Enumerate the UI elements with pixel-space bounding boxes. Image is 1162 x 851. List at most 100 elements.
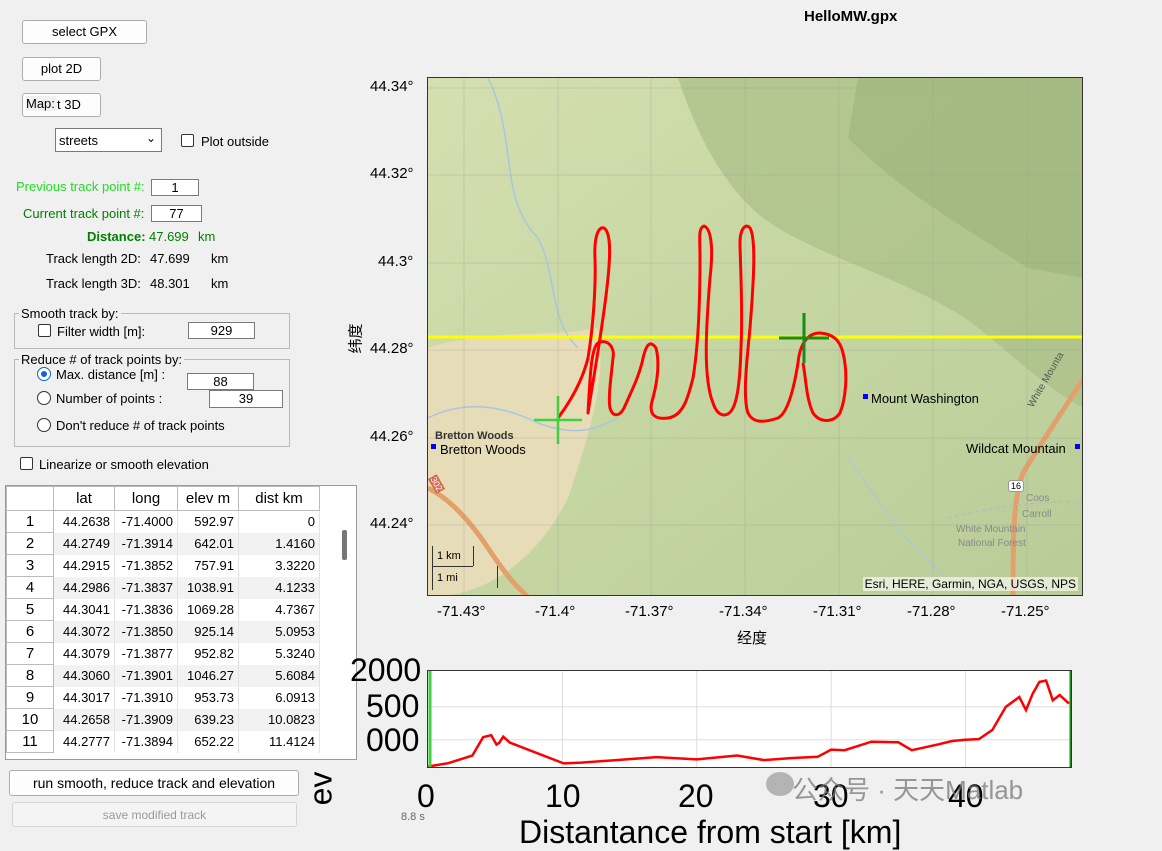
table-cell[interactable]: 4.7367 xyxy=(238,598,320,621)
map-plot[interactable]: Bretton Woods Bretton Woods Mount Washin… xyxy=(427,77,1083,596)
table-cell[interactable]: 11.4124 xyxy=(238,730,320,753)
table-cell[interactable]: 44.2915 xyxy=(53,554,115,577)
table-row[interactable]: 5 44.3041 -71.3836 1069.28 4.7367 xyxy=(6,598,320,621)
linearize-checkbox[interactable] xyxy=(20,457,33,470)
table-row[interactable]: 3 44.2915 -71.3852 757.91 3.3220 xyxy=(6,554,320,577)
max-distance-field[interactable]: 88 xyxy=(187,373,254,390)
row-number: 2 xyxy=(6,532,54,555)
table-cell[interactable]: -71.3894 xyxy=(114,730,178,753)
table-row[interactable]: 2 44.2749 -71.3914 642.01 1.4160 xyxy=(6,532,320,555)
table-cell[interactable]: -71.3836 xyxy=(114,598,178,621)
save-track-button[interactable]: save modified track xyxy=(12,802,297,827)
table-cell[interactable]: 44.3079 xyxy=(53,642,115,665)
table-row[interactable]: 9 44.3017 -71.3910 953.73 6.0913 xyxy=(6,686,320,709)
cur-point-field[interactable]: 77 xyxy=(151,205,202,222)
row-number: 11 xyxy=(6,730,54,753)
table-cell[interactable]: 44.2986 xyxy=(53,576,115,599)
col-header-elev[interactable]: elev m xyxy=(177,486,239,511)
table-scrollbar-thumb[interactable] xyxy=(342,530,347,560)
smooth-group-title: Smooth track by: xyxy=(19,306,121,321)
table-cell[interactable]: -71.3909 xyxy=(114,708,178,731)
map-label: Map: xyxy=(26,96,57,111)
table-cell[interactable]: 952.82 xyxy=(177,642,239,665)
table-cell[interactable]: 5.3240 xyxy=(238,642,320,665)
table-cell[interactable]: 44.2658 xyxy=(53,708,115,731)
elev-xtick: 0 xyxy=(417,778,435,814)
select-gpx-button[interactable]: select GPX xyxy=(22,20,147,44)
table-cell[interactable]: 1.4160 xyxy=(238,532,320,555)
table-row[interactable]: 1 44.2638 -71.4000 592.97 0 xyxy=(6,510,320,533)
prev-point-field[interactable]: 1 xyxy=(151,179,199,196)
table-cell[interactable]: 4.1233 xyxy=(238,576,320,599)
figure-title: HelloMW.gpx xyxy=(804,8,898,25)
table-cell[interactable]: 44.3041 xyxy=(53,598,115,621)
table-cell[interactable]: 5.0953 xyxy=(238,620,320,643)
elevation-plot[interactable] xyxy=(427,670,1072,768)
cur-point-label: Current track point #: xyxy=(23,206,145,221)
table-cell[interactable]: 652.22 xyxy=(177,730,239,753)
col-header-lat[interactable]: lat xyxy=(53,486,115,511)
table-cell[interactable]: 10.0823 xyxy=(238,708,320,731)
col-header-dist[interactable]: dist km xyxy=(238,486,320,511)
table-cell[interactable]: 44.3060 xyxy=(53,664,115,687)
elev-ylabel: ev xyxy=(302,771,339,806)
table-cell[interactable]: 1038.91 xyxy=(177,576,239,599)
dont-reduce-radio[interactable] xyxy=(37,418,51,432)
num-points-radio[interactable] xyxy=(37,391,51,405)
table-cell[interactable]: 757.91 xyxy=(177,554,239,577)
table-cell[interactable]: 953.73 xyxy=(177,686,239,709)
run-smooth-button[interactable]: run smooth, reduce track and elevation xyxy=(9,770,299,796)
table-cell[interactable]: 1069.28 xyxy=(177,598,239,621)
map-attribution: Esri, HERE, Garmin, NGA, USGS, NPS xyxy=(862,577,1078,591)
len2d-value: 47.699 xyxy=(150,251,190,266)
track-table[interactable]: lat long elev m dist km 1 44.2638 -71.4000… xyxy=(6,486,320,753)
table-cell[interactable]: 642.01 xyxy=(177,532,239,555)
route-shield: 16 xyxy=(1008,480,1025,492)
map-xtick: -71.31° xyxy=(813,603,862,620)
max-distance-radio[interactable] xyxy=(37,367,51,381)
table-cell[interactable]: 44.3017 xyxy=(53,686,115,709)
table-cell[interactable]: -71.3850 xyxy=(114,620,178,643)
table-row[interactable]: 8 44.3060 -71.3901 1046.27 5.6084 xyxy=(6,664,320,687)
col-header-long[interactable]: long xyxy=(114,486,178,511)
filter-width-checkbox[interactable] xyxy=(38,324,51,337)
table-cell[interactable]: -71.3901 xyxy=(114,664,178,687)
table-cell[interactable]: 639.23 xyxy=(177,708,239,731)
table-cell[interactable]: 0 xyxy=(238,510,320,533)
place-label: Bretton Woods xyxy=(435,430,514,442)
map-ytick: 44.3° xyxy=(378,253,414,270)
table-row[interactable]: 11 44.2777 -71.3894 652.22 11.4124 xyxy=(6,730,320,753)
row-number: 8 xyxy=(6,664,54,687)
table-cell[interactable]: -71.4000 xyxy=(114,510,178,533)
table-row[interactable]: 7 44.3079 -71.3877 952.82 5.3240 xyxy=(6,642,320,665)
table-cell[interactable]: 6.0913 xyxy=(238,686,320,709)
table-cell[interactable]: 44.2777 xyxy=(53,730,115,753)
num-points-field[interactable]: 39 xyxy=(209,390,283,408)
map-style-select[interactable]: streets ⌄ xyxy=(55,128,162,152)
place-label: Wildcat Mountain xyxy=(966,441,1066,456)
table-row[interactable]: 6 44.3072 -71.3850 925.14 5.0953 xyxy=(6,620,320,643)
table-cell[interactable]: 3.3220 xyxy=(238,554,320,577)
table-cell[interactable]: 44.2749 xyxy=(53,532,115,555)
table-cell[interactable]: 5.6084 xyxy=(238,664,320,687)
table-cell[interactable]: -71.3877 xyxy=(114,642,178,665)
table-cell[interactable]: -71.3837 xyxy=(114,576,178,599)
table-cell[interactable]: 925.14 xyxy=(177,620,239,643)
table-row[interactable]: 4 44.2986 -71.3837 1038.91 4.1233 xyxy=(6,576,320,599)
table-cell[interactable]: 44.2638 xyxy=(53,510,115,533)
table-scrollbar-track[interactable] xyxy=(333,486,355,759)
table-cell[interactable]: -71.3852 xyxy=(114,554,178,577)
max-distance-label: Max. distance [m] : xyxy=(56,367,166,382)
plot-2d-button[interactable]: plot 2D xyxy=(22,57,101,81)
table-cell[interactable]: -71.3910 xyxy=(114,686,178,709)
filter-width-field[interactable]: 929 xyxy=(188,322,255,339)
table-header-row: lat long elev m dist km xyxy=(6,486,320,511)
table-cell[interactable]: 1046.27 xyxy=(177,664,239,687)
table-cell[interactable]: 44.3072 xyxy=(53,620,115,643)
plot-outside-checkbox[interactable] xyxy=(181,134,194,147)
table-cell[interactable]: 592.97 xyxy=(177,510,239,533)
table-cell[interactable]: -71.3914 xyxy=(114,532,178,555)
table-row[interactable]: 10 44.2658 -71.3909 639.23 10.0823 xyxy=(6,708,320,731)
len3d-unit: km xyxy=(211,276,229,291)
num-points-label: Number of points : xyxy=(56,391,163,406)
